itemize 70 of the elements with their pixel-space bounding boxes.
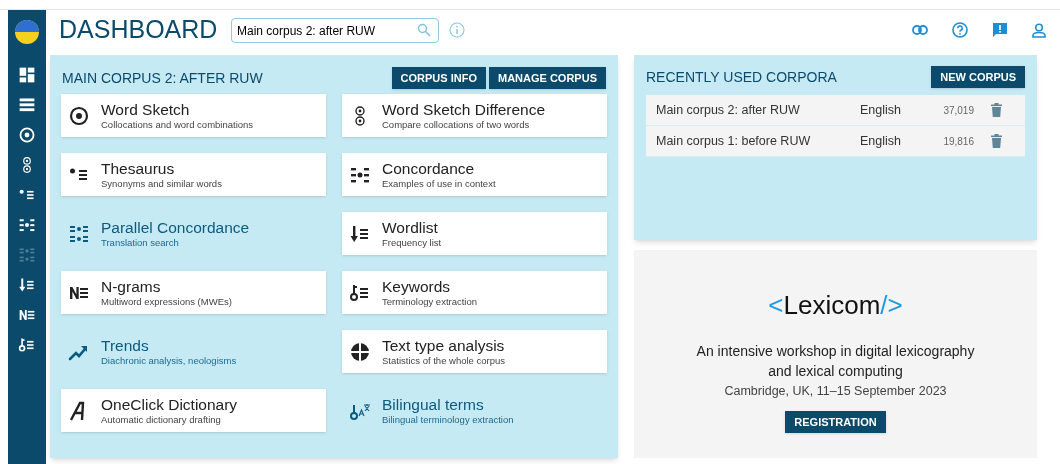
tool-name: Wordlist <box>382 218 439 237</box>
tool-description: Collocations and word combinations <box>101 118 254 131</box>
tool-name: Keywords <box>382 277 452 296</box>
page-title: DASHBOARD <box>59 14 219 46</box>
tool-card[interactable]: Word Sketch Difference Compare collocations of two words <box>342 94 607 137</box>
new-corpus-button[interactable]: NEW CORPUS <box>931 66 1025 88</box>
tool-description: Diachronic analysis, neologisms <box>101 354 237 367</box>
corpus-name: Main corpus 1: before RUW <box>656 132 812 150</box>
corpus-button[interactable]: CORPUS INFO <box>391 67 486 89</box>
search-field[interactable]: Main corpus 2: after RUW <box>231 18 439 43</box>
tool-name: Concordance <box>382 159 476 178</box>
link-icon[interactable] <box>912 25 928 35</box>
tool-description: Frequency list <box>382 236 442 249</box>
target-icon <box>68 104 90 127</box>
tool-card[interactable]: Word Sketch Collocations and word combinations <box>61 94 326 137</box>
tool-card[interactable]: N-grams Multiword expressions (MWEs) <box>61 271 326 314</box>
corpus-size: 37,019 <box>942 103 974 118</box>
tool-name: N-grams <box>101 277 162 296</box>
corpus-row[interactable]: Main corpus 2: after RUW English 37,019 <box>646 95 1025 126</box>
help-icon[interactable] <box>952 22 968 38</box>
list-icon[interactable] <box>18 96 36 114</box>
tool-name: OneClick Dictionary <box>101 395 238 414</box>
tool-description: Synonyms and similar words <box>101 177 222 190</box>
trash-icon[interactable] <box>990 103 1002 117</box>
corpus-language: English <box>860 101 902 119</box>
tool-card[interactable]: Keywords Terminology extraction <box>342 271 607 314</box>
corpus-row[interactable]: Main corpus 1: before RUW English 19,816 <box>646 126 1025 157</box>
tool-description: Multiword expressions (MWEs) <box>101 295 232 308</box>
tool-description: Examples of use in context <box>382 177 496 190</box>
tool-name: Parallel Concordance <box>101 218 250 237</box>
tool-card[interactable]: OneClick Dictionary Automatic dictionary drafting <box>61 389 326 432</box>
tool-name: Word Sketch Difference <box>382 100 546 119</box>
lexicom-logo: <Lexicom/> <box>768 289 903 322</box>
corpus-button[interactable]: MANAGE CORPUS <box>489 67 606 89</box>
tool-name: Thesaurus <box>101 159 176 178</box>
tool-card[interactable]: Thesaurus Synonyms and similar words <box>61 153 326 196</box>
tool-description: Statistics of the whole corpus <box>382 354 506 367</box>
tool-name: Text type analysis <box>382 336 506 355</box>
tool-card[interactable]: Concordance Examples of use in context <box>342 153 607 196</box>
tool-description: Bilingual terminology extraction <box>382 413 514 426</box>
user-icon[interactable] <box>1032 22 1046 38</box>
dotted-lines-icon[interactable] <box>18 216 36 234</box>
promo-details: Cambridge, UK, 11–15 September 2023 <box>724 383 947 400</box>
logo-icon[interactable] <box>15 20 39 44</box>
feedback-icon[interactable] <box>992 22 1008 38</box>
tool-link[interactable]: Bilingual terms Bilingual terminology extraction <box>342 389 607 432</box>
pie-icon <box>349 340 371 363</box>
tool-description: Terminology extraction <box>382 295 478 308</box>
panel-title: MAIN CORPUS 2: AFTER RUW <box>61 68 263 88</box>
promo-headline: An intensive workshop in digital lexicography and lexical computing <box>695 342 976 381</box>
tool-link[interactable]: Parallel Concordance Translation search <box>61 212 326 255</box>
key-list-icon[interactable] <box>18 336 36 354</box>
panel-title: RECENTLY USED CORPORA <box>646 67 837 87</box>
registration-button[interactable]: REGISTRATION <box>785 410 886 433</box>
corpus-language: English <box>860 132 902 150</box>
dashboard-icon[interactable] <box>18 66 36 84</box>
tool-card[interactable]: Text type analysis Statistics of the whole corpus <box>342 330 607 373</box>
tool-description: Compare collocations of two words <box>382 118 531 131</box>
tool-name: Bilingual terms <box>382 395 485 414</box>
tool-description: Translation search <box>101 236 180 249</box>
tool-card[interactable]: Wordlist Frequency list <box>342 212 607 255</box>
sorted-list-icon[interactable] <box>18 276 36 294</box>
target-icon[interactable] <box>18 126 36 144</box>
tool-name: Word Sketch <box>101 100 191 119</box>
tool-link[interactable]: Trends Diachronic analysis, neologisms <box>61 330 326 373</box>
corpus-name: Main corpus 2: after RUW <box>656 101 801 119</box>
tool-description: Automatic dictionary drafting <box>101 413 222 426</box>
tool-name: Trends <box>101 336 150 355</box>
trash-icon[interactable] <box>990 134 1002 148</box>
corpus-size: 19,816 <box>942 134 974 149</box>
